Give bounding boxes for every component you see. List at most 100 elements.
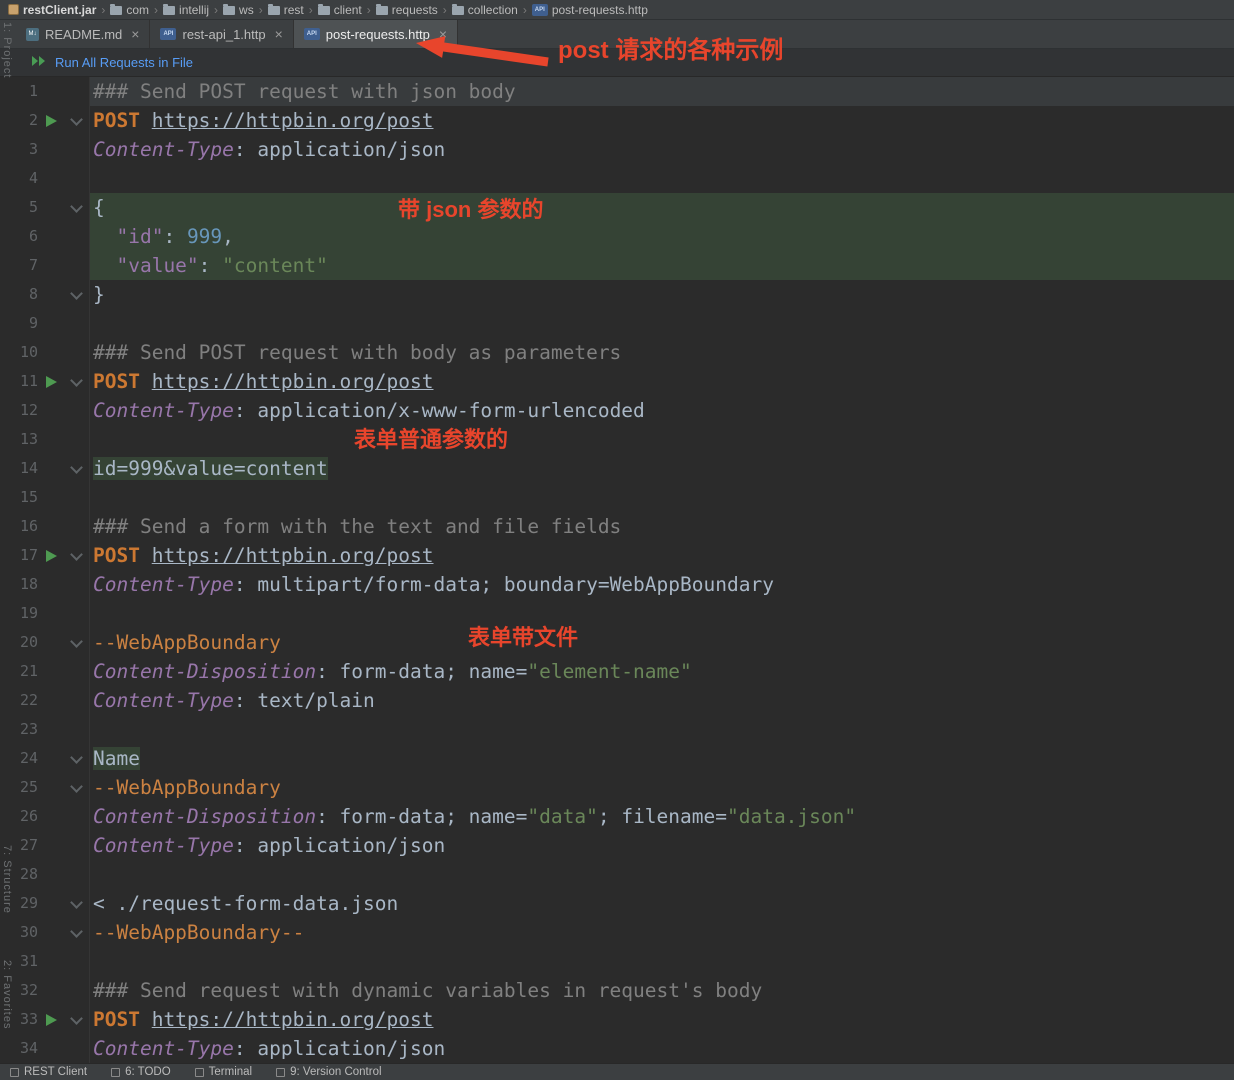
code-line[interactable]	[90, 483, 1234, 512]
code-line[interactable]	[90, 947, 1234, 976]
code-token: https://httpbin.org/post	[151, 1008, 434, 1031]
status-item-rest-client[interactable]: REST Client	[10, 1066, 87, 1078]
editor-line: 28	[0, 860, 1234, 889]
fold-marker-icon[interactable]	[69, 547, 83, 561]
fold-marker-icon[interactable]	[69, 895, 83, 909]
code-line[interactable]: ### Send POST request with body as param…	[90, 338, 1234, 367]
fold-marker-icon[interactable]	[69, 286, 83, 300]
code-line[interactable]: POST https://httpbin.org/post	[90, 1005, 1234, 1034]
editor-lines: 1 ### Send POST request with json body 2 PO…	[0, 77, 1234, 1063]
code-token: ### Send POST request with json body	[93, 80, 516, 103]
code-line[interactable]: < ./request-form-data.json	[90, 889, 1234, 918]
run-all-icon[interactable]	[31, 54, 46, 72]
code-line[interactable]	[90, 715, 1234, 744]
fold-marker-icon[interactable]	[69, 1011, 83, 1025]
status-item-version-control[interactable]: 9: Version Control	[276, 1066, 382, 1078]
code-line[interactable]: Content-Disposition: form-data; name="da…	[90, 802, 1234, 831]
code-line[interactable]: "value": "content"	[90, 251, 1234, 280]
code-line[interactable]: Content-Type: text/plain	[90, 686, 1234, 715]
fold-marker-icon[interactable]	[69, 750, 83, 764]
tab-post-requests.http[interactable]: post-requests.http ×	[293, 20, 459, 48]
code-line[interactable]: id=999&value=content	[90, 454, 1234, 483]
code-line[interactable]: Content-Disposition: form-data; name="el…	[90, 657, 1234, 686]
fold-marker-icon[interactable]	[69, 460, 83, 474]
line-number: 9	[28, 314, 38, 332]
line-number: 17	[19, 546, 38, 564]
breadcrumb-item[interactable]: com	[108, 3, 151, 17]
breadcrumb-item[interactable]: rest	[266, 3, 306, 17]
breadcrumb-item[interactable]: requests	[374, 3, 440, 17]
run-all-requests-link[interactable]: Run All Requests in File	[55, 55, 193, 70]
status-label: 9: Version Control	[290, 1066, 382, 1078]
code-line[interactable]: --WebAppBoundary--	[90, 918, 1234, 947]
editor-line: 25 --WebAppBoundary	[0, 773, 1234, 802]
code-line[interactable]: ### Send a form with the text and file f…	[90, 512, 1234, 541]
code-line[interactable]: "id": 999,	[90, 222, 1234, 251]
editor-line: 32 ### Send request with dynamic variable…	[0, 976, 1234, 1005]
fold-marker-icon[interactable]	[69, 199, 83, 213]
fold-marker-icon[interactable]	[69, 924, 83, 938]
code-line[interactable]	[90, 860, 1234, 889]
status-item-terminal[interactable]: Terminal	[194, 1066, 252, 1078]
editor[interactable]: 1 ### Send POST request with json body 2 PO…	[0, 77, 1234, 1063]
run-request-icon[interactable]	[45, 549, 57, 562]
code-token: : text/plain	[233, 689, 375, 712]
fold-marker-icon[interactable]	[69, 373, 83, 387]
code-token: https://httpbin.org/post	[151, 544, 434, 567]
tab-README.md[interactable]: README.md ×	[16, 20, 151, 48]
run-request-icon[interactable]	[45, 114, 57, 127]
code-line[interactable]: ### Send POST request with json body	[90, 77, 1234, 106]
api-file-icon	[160, 28, 177, 40]
code-line[interactable]: Content-Type: application/json	[90, 135, 1234, 164]
code-line[interactable]: Content-Type: application/x-www-form-url…	[90, 396, 1234, 425]
tool-window-button[interactable]: 2: Favorites	[1, 960, 13, 1029]
code-line[interactable]	[90, 599, 1234, 628]
run-request-icon[interactable]	[45, 1013, 57, 1026]
code-line[interactable]	[90, 309, 1234, 338]
line-number: 28	[19, 865, 38, 883]
code-line[interactable]	[90, 164, 1234, 193]
close-icon[interactable]: ×	[131, 27, 139, 41]
code-line[interactable]: ### Send request with dynamic variables …	[90, 976, 1234, 1005]
code-line[interactable]: {	[90, 193, 1234, 222]
code-line[interactable]	[90, 425, 1234, 454]
code-line[interactable]: --WebAppBoundary	[90, 773, 1234, 802]
close-icon[interactable]: ×	[275, 27, 283, 41]
breadcrumb-item[interactable]: client	[316, 3, 364, 17]
fold-marker-icon[interactable]	[69, 112, 83, 126]
code-line[interactable]: POST https://httpbin.org/post	[90, 367, 1234, 396]
code-line[interactable]: Content-Type: multipart/form-data; bound…	[90, 570, 1234, 599]
breadcrumb-item[interactable]: intellij	[161, 3, 211, 17]
status-item-todo[interactable]: 6: TODO	[111, 1066, 171, 1078]
breadcrumb-item[interactable]: post-requests.http	[530, 3, 650, 17]
close-icon[interactable]: ×	[439, 27, 447, 41]
code-token: Content-Type	[93, 399, 234, 422]
code-line[interactable]: POST https://httpbin.org/post	[90, 541, 1234, 570]
code-line[interactable]: Name	[90, 744, 1234, 773]
run-request-icon[interactable]	[45, 375, 57, 388]
code-line[interactable]: Content-Type: application/json	[90, 1034, 1234, 1063]
breadcrumb-label: requests	[391, 2, 438, 17]
code-token: --WebAppBoundary--	[93, 921, 305, 944]
code-line[interactable]: Content-Type: application/json	[90, 831, 1234, 860]
breadcrumb-item[interactable]: restClient.jar	[6, 3, 98, 17]
editor-line: 19	[0, 599, 1234, 628]
fold-marker-icon[interactable]	[69, 779, 83, 793]
breadcrumb-item[interactable]: collection	[450, 3, 520, 17]
breadcrumb-item[interactable]: ws	[221, 3, 256, 17]
editor-line: 13	[0, 425, 1234, 454]
code-token: }	[93, 283, 105, 306]
tool-window-button[interactable]: 7: Structure	[1, 845, 13, 914]
code-line[interactable]: --WebAppBoundary	[90, 628, 1234, 657]
tab-rest-api_1.http[interactable]: rest-api_1.http ×	[150, 20, 294, 48]
line-number: 7	[28, 256, 38, 274]
md-file-icon	[26, 27, 39, 41]
line-number: 10	[19, 343, 38, 361]
fold-marker-icon[interactable]	[69, 634, 83, 648]
code-line[interactable]: }	[90, 280, 1234, 309]
code-line[interactable]: POST https://httpbin.org/post	[90, 106, 1234, 135]
tool-window-button[interactable]: 1: Project	[1, 22, 13, 78]
gutter: 12	[0, 396, 90, 425]
